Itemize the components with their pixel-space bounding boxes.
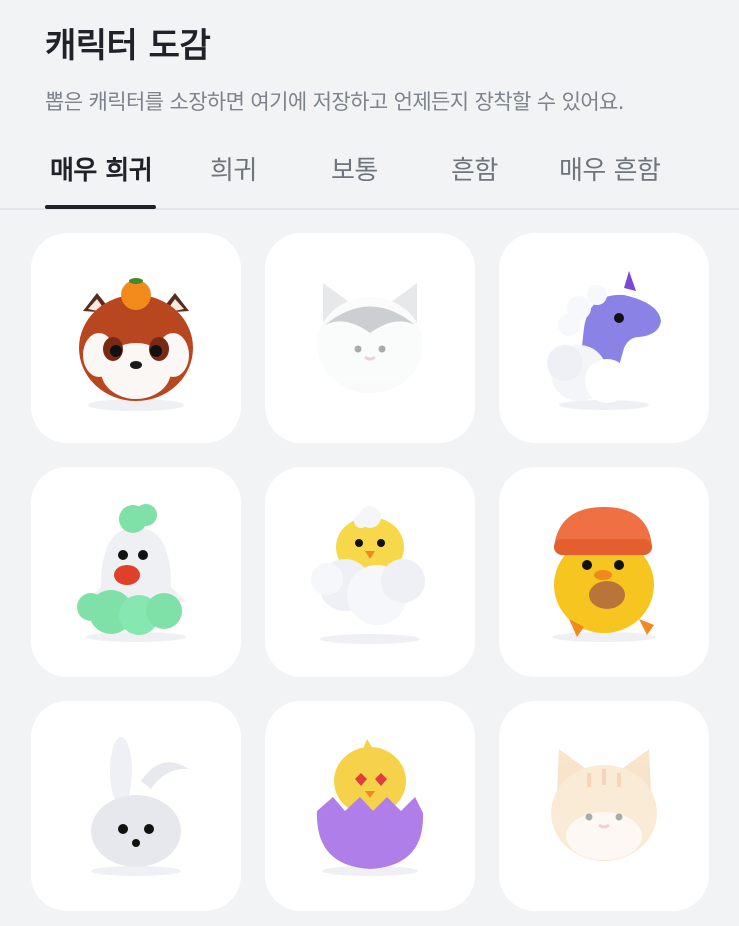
character-card[interactable] (265, 701, 475, 911)
orange-tabby-cat-icon (551, 749, 657, 861)
character-card[interactable] (31, 467, 241, 677)
purple-unicorn-icon (547, 271, 661, 410)
character-card[interactable] (31, 701, 241, 911)
tab-frequent[interactable]: 흔함 (451, 150, 498, 187)
active-tab-indicator (45, 205, 156, 209)
character-card[interactable] (265, 467, 475, 677)
rarity-tabs: 매우 희귀 희귀 보통 흔함 매우 흔함 (0, 140, 739, 210)
page-subtitle: 뽑은 캐릭터를 소장하면 여기에 저장하고 언제든지 장착할 수 있어요. (45, 90, 624, 114)
chick-with-beanie-and-taiyaki-icon (552, 507, 656, 642)
character-card[interactable] (499, 701, 709, 911)
red-panda-with-tangerine-icon (79, 278, 193, 411)
chick-in-purple-egg-icon (316, 739, 424, 876)
tab-very-rare[interactable]: 매우 희귀 (50, 150, 153, 187)
chick-on-cloud-icon (311, 506, 425, 644)
page-title: 캐릭터 도감 (45, 26, 211, 66)
character-card[interactable] (499, 467, 709, 677)
tab-very-frequent[interactable]: 매우 흔함 (559, 150, 661, 187)
ghost-with-green-cloud-icon (77, 504, 186, 642)
tab-rare[interactable]: 희귀 (210, 150, 257, 187)
tab-common[interactable]: 보통 (331, 150, 378, 187)
white-bunny-icon (91, 737, 189, 876)
character-card[interactable] (31, 233, 241, 443)
character-card[interactable] (499, 233, 709, 443)
character-collection-page: 캐릭터 도감 뽑은 캐릭터를 소장하면 여기에 저장하고 언제든지 장착할 수 … (0, 0, 739, 926)
character-card[interactable] (265, 233, 475, 443)
white-cat-icon (317, 283, 423, 393)
